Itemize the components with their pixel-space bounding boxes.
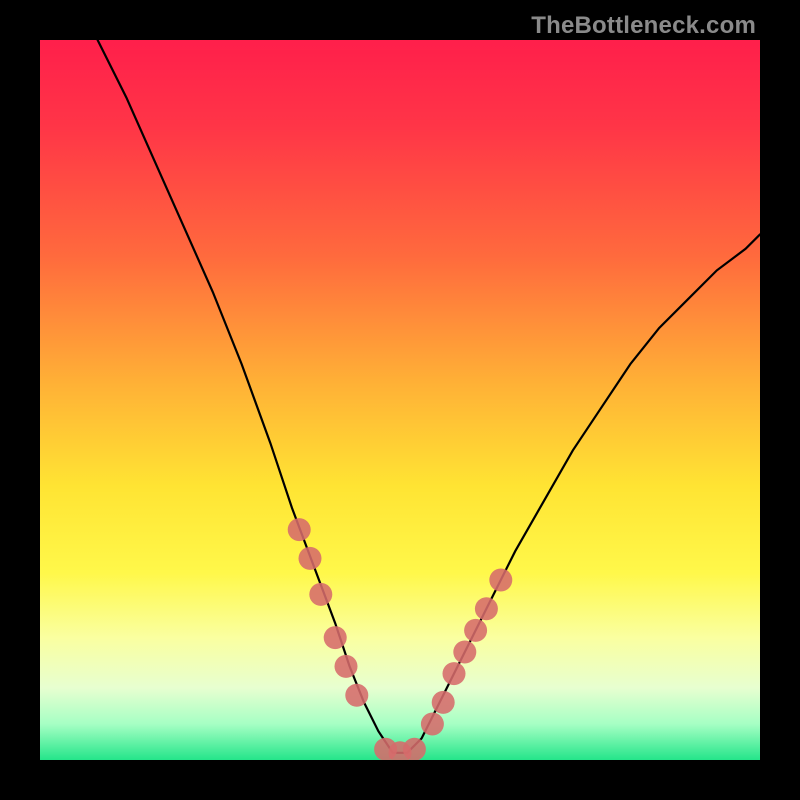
curve-marker: [464, 619, 487, 642]
curve-marker: [345, 684, 368, 707]
curve-marker: [299, 547, 322, 570]
bottleneck-curve-svg: [40, 40, 760, 760]
curve-marker: [432, 691, 455, 714]
plot-area: [40, 40, 760, 760]
curve-marker: [443, 662, 466, 685]
curve-marker: [489, 569, 512, 592]
curve-marker: [421, 713, 444, 736]
curve-marker: [453, 641, 476, 664]
watermark-text: TheBottleneck.com: [531, 12, 756, 40]
curve-markers: [288, 518, 513, 760]
bottleneck-curve: [98, 40, 760, 753]
curve-marker: [309, 583, 332, 606]
curve-marker: [335, 655, 358, 678]
chart-stage: TheBottleneck.com: [0, 0, 800, 800]
curve-marker: [403, 738, 426, 760]
curve-marker: [288, 518, 311, 541]
curve-marker: [475, 597, 498, 620]
curve-marker: [324, 626, 347, 649]
